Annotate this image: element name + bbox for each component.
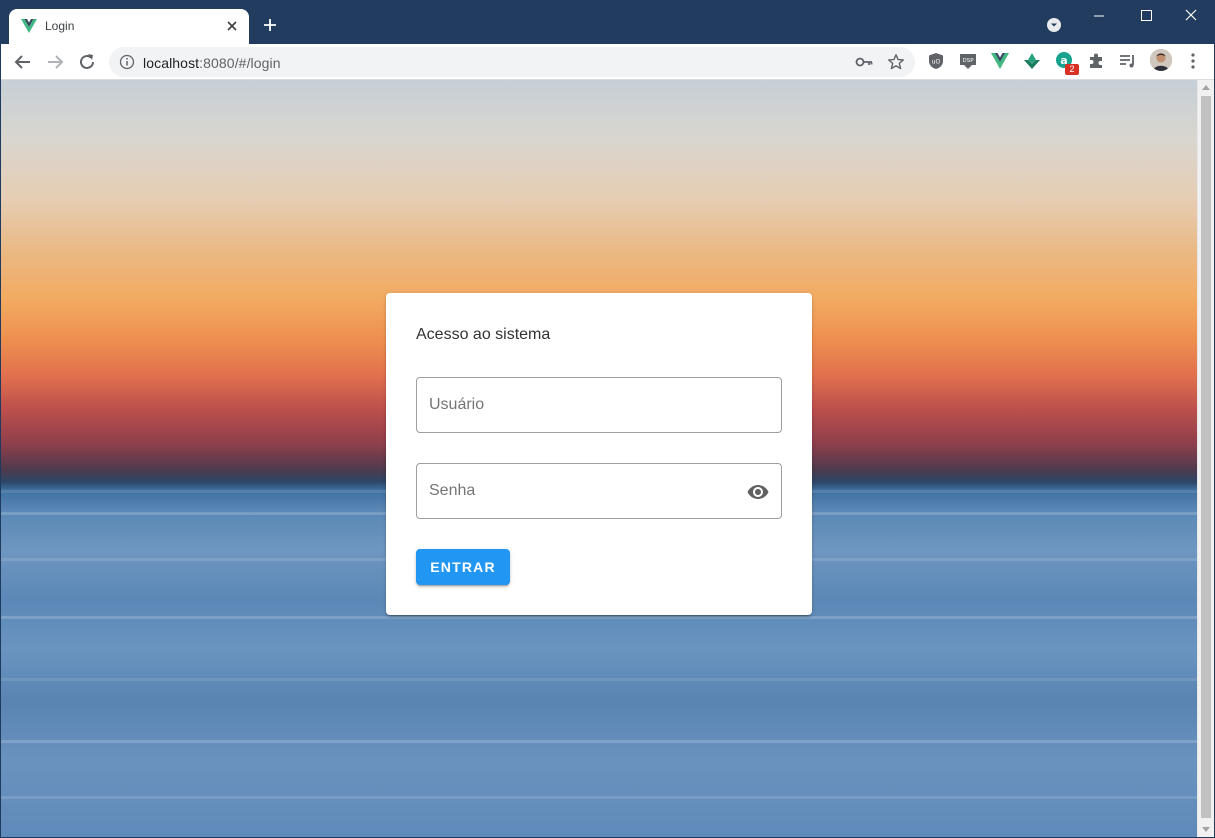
water-streak: [1, 678, 1197, 681]
star-icon[interactable]: [887, 53, 905, 71]
tab-search-icon[interactable]: [1046, 17, 1062, 33]
login-title: Acesso ao sistema: [416, 326, 551, 343]
water-streak: [1, 796, 1197, 799]
scroll-down-arrow-icon[interactable]: [1202, 827, 1210, 833]
password-input[interactable]: [417, 464, 781, 518]
water-streak: [1, 616, 1197, 619]
profile-avatar[interactable]: [1150, 49, 1172, 71]
browser-toolbar: localhost:8080/#/login uO DSP a 2: [1, 44, 1214, 80]
url-text[interactable]: localhost:8080/#/login: [143, 55, 281, 71]
vue-devtools-icon[interactable]: [990, 51, 1010, 71]
plus-icon[interactable]: [261, 16, 279, 34]
puzzle-icon[interactable]: [1086, 51, 1106, 71]
browser-titlebar: Login: [0, 0, 1215, 44]
window-close-icon[interactable]: [1178, 6, 1204, 26]
maximize-icon[interactable]: [1133, 6, 1159, 26]
url-path: :8080/#/login: [199, 55, 281, 71]
water-streak: [1, 740, 1197, 743]
svg-text:uO: uO: [932, 59, 941, 66]
download-ext-icon[interactable]: [1022, 51, 1042, 71]
menu-dots-icon[interactable]: [1184, 51, 1202, 71]
key-icon[interactable]: [855, 54, 873, 70]
eye-icon[interactable]: [746, 480, 770, 504]
username-input[interactable]: [417, 378, 781, 432]
ublock-icon[interactable]: uO: [926, 51, 946, 71]
password-field[interactable]: [416, 463, 782, 519]
browser-tab[interactable]: Login: [9, 9, 249, 44]
svg-text:DSP: DSP: [962, 58, 974, 64]
scrollbar-thumb[interactable]: [1201, 96, 1211, 818]
close-icon[interactable]: [223, 17, 241, 35]
reading-list-icon[interactable]: [1118, 51, 1138, 71]
login-card: Acesso ao sistema ENTRAR: [386, 293, 812, 615]
url-host: localhost: [143, 55, 200, 71]
login-submit-button[interactable]: ENTRAR: [416, 549, 510, 585]
info-icon[interactable]: [119, 54, 135, 70]
tab-title: Login: [45, 19, 75, 33]
username-field[interactable]: [416, 377, 782, 433]
minimize-icon[interactable]: [1086, 6, 1112, 26]
address-bar[interactable]: localhost:8080/#/login: [109, 47, 915, 77]
back-icon[interactable]: [12, 51, 34, 73]
extension-badge: 2: [1065, 64, 1079, 75]
dsp-icon[interactable]: DSP: [958, 51, 978, 71]
page-scrollbar[interactable]: [1197, 80, 1214, 837]
forward-icon[interactable]: [44, 51, 66, 73]
vue-favicon-icon: [21, 19, 37, 33]
scroll-up-arrow-icon[interactable]: [1202, 84, 1210, 90]
avatar-icon: [1150, 49, 1172, 71]
reload-icon[interactable]: [76, 51, 98, 73]
